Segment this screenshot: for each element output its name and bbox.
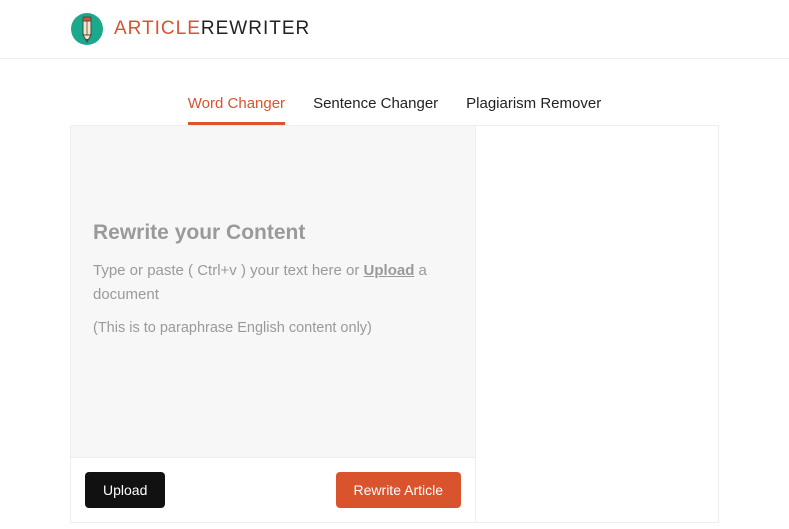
editor-area[interactable]: Rewrite your Content Type or paste ( Ctr…	[71, 126, 475, 457]
header: ARTICLEREWRITER	[0, 0, 789, 59]
brand-title: ARTICLEREWRITER	[114, 18, 310, 40]
editor-hint: Type or paste ( Ctrl+v ) your text here …	[93, 259, 453, 307]
main-panel: Rewrite your Content Type or paste ( Ctr…	[70, 125, 719, 523]
editor-note: (This is to paraphrase English content o…	[93, 317, 453, 340]
tab-sentence-changer[interactable]: Sentence Changer	[313, 95, 438, 125]
output-panel	[476, 126, 718, 522]
brand-second: REWRITER	[201, 18, 310, 39]
upload-button[interactable]: Upload	[85, 472, 165, 508]
rewrite-button[interactable]: Rewrite Article	[336, 472, 461, 508]
editor-title: Rewrite your Content	[93, 221, 453, 245]
action-bar: Upload Rewrite Article	[71, 457, 475, 522]
tabs: Word Changer Sentence Changer Plagiarism…	[0, 59, 789, 125]
tab-word-changer[interactable]: Word Changer	[188, 95, 285, 125]
brand-first: ARTICLE	[114, 18, 201, 39]
upload-link[interactable]: Upload	[364, 262, 415, 279]
tab-plagiarism-remover[interactable]: Plagiarism Remover	[466, 95, 601, 125]
logo-icon	[70, 12, 104, 46]
editor-hint-pre: Type or paste ( Ctrl+v ) your text here …	[93, 262, 364, 279]
input-panel: Rewrite your Content Type or paste ( Ctr…	[71, 126, 476, 522]
